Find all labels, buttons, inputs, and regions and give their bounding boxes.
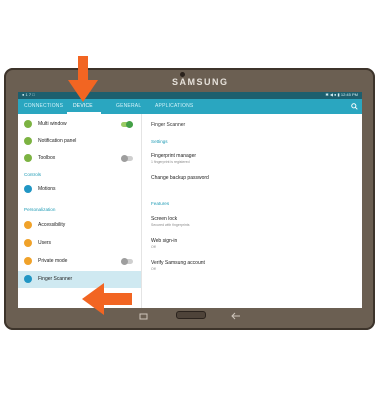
private-mode-icon: [24, 257, 32, 265]
accessibility-icon: [24, 221, 32, 229]
recent-apps-icon[interactable]: [139, 313, 148, 320]
tab-general[interactable]: GENERAL: [116, 103, 141, 109]
bottom-bezel: [4, 308, 375, 330]
multi-window-toggle[interactable]: [121, 121, 133, 128]
web-sign-in-subtitle: Off: [151, 245, 156, 249]
status-right: ✱ ◀ ● ▮ 12:45 PM: [325, 92, 358, 97]
status-left: ● 1 7 □: [22, 92, 35, 97]
screen-lock-subtitle: Secured with fingerprints: [151, 223, 190, 227]
tablet-frame: SAMSUNG ● 1 7 □ ✱ ◀ ● ▮ 12:45 PM CONNECT…: [4, 68, 375, 330]
list-item-accessibility[interactable]: Accessibility: [18, 217, 141, 234]
list-item-motions[interactable]: Motions: [18, 181, 141, 198]
list-item-label: Accessibility: [38, 222, 66, 228]
users-icon: [24, 239, 32, 247]
section-controls: Controls: [24, 172, 42, 177]
list-item-notification-panel[interactable]: Notification panel: [18, 133, 141, 150]
toolbox-toggle[interactable]: [121, 155, 133, 162]
toolbox-icon: [24, 154, 32, 162]
list-item-label: Finger Scanner: [38, 276, 73, 282]
fingerprint-manager-title: Fingerprint manager: [151, 153, 197, 159]
home-button[interactable]: [176, 311, 206, 319]
change-backup-password-title: Change backup password: [151, 175, 209, 181]
list-item-label: Private mode: [38, 258, 68, 264]
section-settings: Settings: [151, 139, 168, 144]
search-icon[interactable]: [351, 103, 358, 110]
list-item-multi-window[interactable]: Multi window: [18, 116, 141, 133]
section-personalization: Personalization: [24, 207, 56, 212]
list-item-label: Notification panel: [38, 138, 77, 144]
web-sign-in-title: Web sign-in: [151, 238, 178, 244]
section-features: Features: [151, 201, 170, 206]
back-icon[interactable]: [231, 312, 241, 320]
list-item-users[interactable]: Users: [18, 235, 141, 252]
list-item-toolbox[interactable]: Toolbox: [18, 150, 141, 167]
notification-panel-icon: [24, 137, 32, 145]
arrow-left-icon: [82, 283, 132, 315]
verify-samsung-account-subtitle: Off: [151, 267, 156, 271]
list-item-private-mode[interactable]: Private mode: [18, 253, 141, 270]
brand-logo: SAMSUNG: [172, 77, 229, 87]
list-item-label: Users: [38, 240, 52, 246]
page-title: Finger Scanner: [151, 122, 186, 128]
fingerprint-manager-subtitle: 1 fingerprint is registered: [151, 160, 190, 164]
motions-icon: [24, 185, 32, 193]
tab-connections[interactable]: CONNECTIONS: [24, 103, 63, 109]
arrow-down-icon: [68, 56, 98, 102]
verify-samsung-account-title: Verify Samsung account: [151, 260, 205, 266]
list-item-label: Multi window: [38, 121, 67, 127]
list-item-label: Toolbox: [38, 155, 56, 161]
private-mode-toggle[interactable]: [121, 258, 133, 265]
screen-lock-title: Screen lock: [151, 216, 178, 222]
screen: ● 1 7 □ ✱ ◀ ● ▮ 12:45 PM CONNECTIONS DEV…: [18, 92, 362, 308]
multi-window-icon: [24, 120, 32, 128]
top-bezel: SAMSUNG: [4, 68, 375, 92]
settings-category-list: Multi window Notification panel Toolbox …: [18, 114, 142, 308]
finger-scanner-detail: Finger Scanner Settings Fingerprint mana…: [142, 114, 362, 308]
finger-scanner-icon: [24, 275, 32, 283]
list-item-label: Motions: [38, 186, 56, 192]
tab-applications[interactable]: APPLICATIONS: [155, 103, 193, 109]
